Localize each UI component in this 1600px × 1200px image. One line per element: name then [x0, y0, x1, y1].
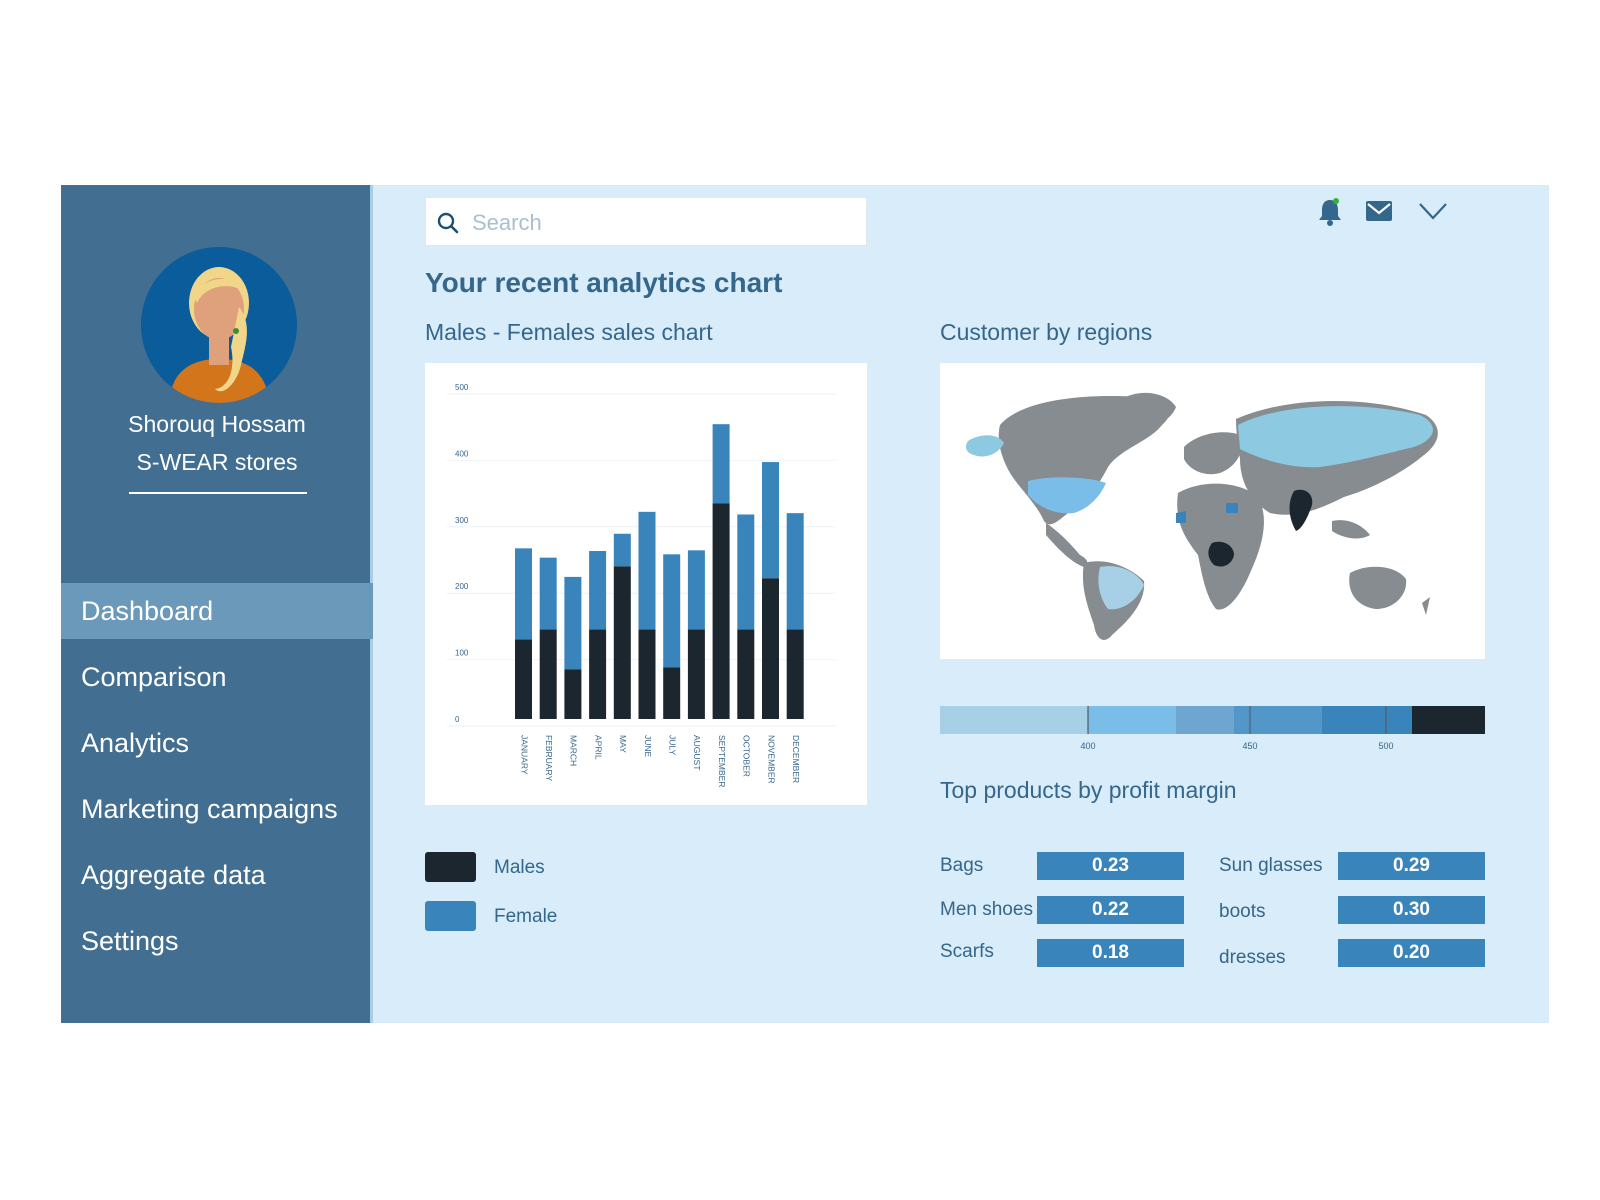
- x-tick-label: SEPTEMBER: [717, 735, 727, 787]
- search-box[interactable]: [425, 197, 867, 246]
- legend-swatch-males: [425, 852, 476, 882]
- regions-title: Customer by regions: [940, 319, 1153, 345]
- bar-female-march: [564, 576, 582, 670]
- bar-female-february: [539, 557, 557, 630]
- store-name: S-WEAR stores: [136, 449, 298, 475]
- mail-icon: [1366, 201, 1392, 221]
- bar-males-october: [737, 629, 755, 719]
- account-menu-button[interactable]: [1417, 195, 1449, 227]
- bar-female-december: [786, 513, 804, 630]
- x-tick-label: JULY: [667, 735, 677, 755]
- search-icon: [437, 212, 459, 234]
- legend-item-female: Female: [425, 901, 685, 933]
- sidebar: Shorouq Hossam S-WEAR stores Dashboard C…: [61, 185, 373, 1023]
- bar-female-august: [687, 550, 705, 630]
- x-tick-label: JANUARY: [519, 735, 529, 775]
- region-color-scale: 400 450 500: [940, 706, 1485, 754]
- nav-item-aggregate-data[interactable]: Aggregate data: [61, 847, 373, 903]
- avatar: [141, 247, 297, 403]
- sales-bar-chart: 0 100 200 300 400 500 JANUARY FEBRUARY MARCH APRI…: [447, 383, 835, 787]
- x-tick-label: JUNE: [643, 735, 653, 758]
- page-title: Your recent analytics chart: [425, 267, 783, 298]
- user-name: Shorouq Hossam: [128, 411, 306, 437]
- legend-label-female: Female: [494, 906, 558, 927]
- y-tick-label: 0: [455, 715, 460, 724]
- product-name-boots: boots: [1219, 901, 1266, 922]
- y-tick-label: 500: [455, 383, 469, 392]
- bar-males-november: [762, 578, 779, 719]
- product-value-sun-glasses: 0.29: [1338, 852, 1485, 880]
- nav-item-dashboard[interactable]: Dashboard: [61, 583, 373, 639]
- world-map: [966, 392, 1438, 640]
- y-tick-label: 100: [455, 649, 469, 658]
- x-tick-label: APRIL: [593, 735, 603, 760]
- bar-males-august: [687, 629, 705, 719]
- bar-males-march: [564, 669, 582, 719]
- product-name-scarfs: Scarfs: [940, 941, 994, 962]
- bar-males-june: [638, 629, 656, 719]
- nav-item-analytics[interactable]: Analytics: [61, 715, 373, 771]
- search-input[interactable]: [470, 206, 854, 240]
- bar-males-july: [663, 667, 681, 719]
- bar-males-january: [515, 639, 532, 719]
- main-content: Your recent analytics chart Males - Fema…: [373, 185, 1549, 1023]
- bar-female-july: [663, 554, 681, 668]
- product-name-sun-glasses: Sun glasses: [1219, 855, 1323, 876]
- color-scale-bar: 400 450 500: [940, 706, 1485, 751]
- nav-item-settings[interactable]: Settings: [61, 913, 373, 969]
- bar-female-january: [515, 548, 532, 640]
- bar-males-december: [786, 629, 804, 719]
- x-tick-label: MAY: [618, 735, 628, 753]
- bar-female-october: [737, 514, 755, 630]
- x-tick-label: AUGUST: [692, 735, 702, 770]
- bar-males-september: [712, 503, 730, 719]
- x-tick-label: DECEMBER: [791, 735, 801, 783]
- scale-tick-450: 450: [1242, 741, 1257, 751]
- bar-female-september: [712, 424, 730, 504]
- product-name-dresses: dresses: [1219, 947, 1286, 968]
- sales-chart-card: 0 100 200 300 400 500 JANUARY FEBRUARY MARCH APRI…: [425, 363, 867, 805]
- chevron-down-icon: [1419, 203, 1447, 220]
- nav-item-comparison[interactable]: Comparison: [61, 649, 373, 705]
- sidebar-nav: Dashboard Comparison Analytics Marketing…: [61, 583, 373, 979]
- scale-tick-400: 400: [1080, 741, 1095, 751]
- user-avatar-illustration: [141, 247, 297, 403]
- bar-female-november: [762, 462, 779, 579]
- bar-female-may: [613, 533, 631, 567]
- product-name-bags: Bags: [940, 855, 984, 876]
- y-tick-label: 300: [455, 516, 469, 525]
- x-tick-label: MARCH: [569, 735, 579, 766]
- product-value-dresses: 0.20: [1338, 939, 1485, 967]
- messages-button[interactable]: [1363, 195, 1395, 227]
- legend-swatch-female: [425, 901, 476, 931]
- regions-map-card: [940, 363, 1485, 659]
- notifications-button[interactable]: [1314, 195, 1346, 227]
- x-tick-label: NOVEMBER: [766, 735, 776, 784]
- legend-label-males: Males: [494, 857, 545, 878]
- app-window: Shorouq Hossam S-WEAR stores Dashboard C…: [61, 185, 1549, 1023]
- sales-chart-title: Males - Females sales chart: [425, 319, 713, 345]
- bar-males-april: [589, 629, 607, 719]
- scale-tick-500: 500: [1378, 741, 1393, 751]
- bell-icon: [1319, 198, 1341, 226]
- legend-item-males: Males: [425, 852, 685, 884]
- divider: [129, 492, 307, 494]
- x-tick-label: OCTOBER: [742, 735, 752, 777]
- bar-males-may: [613, 566, 631, 719]
- product-value-scarfs: 0.18: [1037, 939, 1184, 967]
- product-name-men-shoes: Men shoes: [940, 899, 1033, 920]
- nav-item-marketing-campaigns[interactable]: Marketing campaigns: [61, 781, 373, 837]
- product-value-bags: 0.23: [1037, 852, 1184, 880]
- x-tick-label: FEBRUARY: [544, 735, 554, 781]
- y-tick-label: 200: [455, 582, 469, 591]
- bar-males-february: [539, 629, 557, 719]
- product-value-boots: 0.30: [1338, 896, 1485, 924]
- bar-female-april: [589, 551, 607, 630]
- products-title: Top products by profit margin: [940, 777, 1237, 803]
- bar-female-june: [638, 511, 656, 630]
- y-tick-label: 400: [455, 449, 469, 458]
- product-value-men-shoes: 0.22: [1037, 896, 1184, 924]
